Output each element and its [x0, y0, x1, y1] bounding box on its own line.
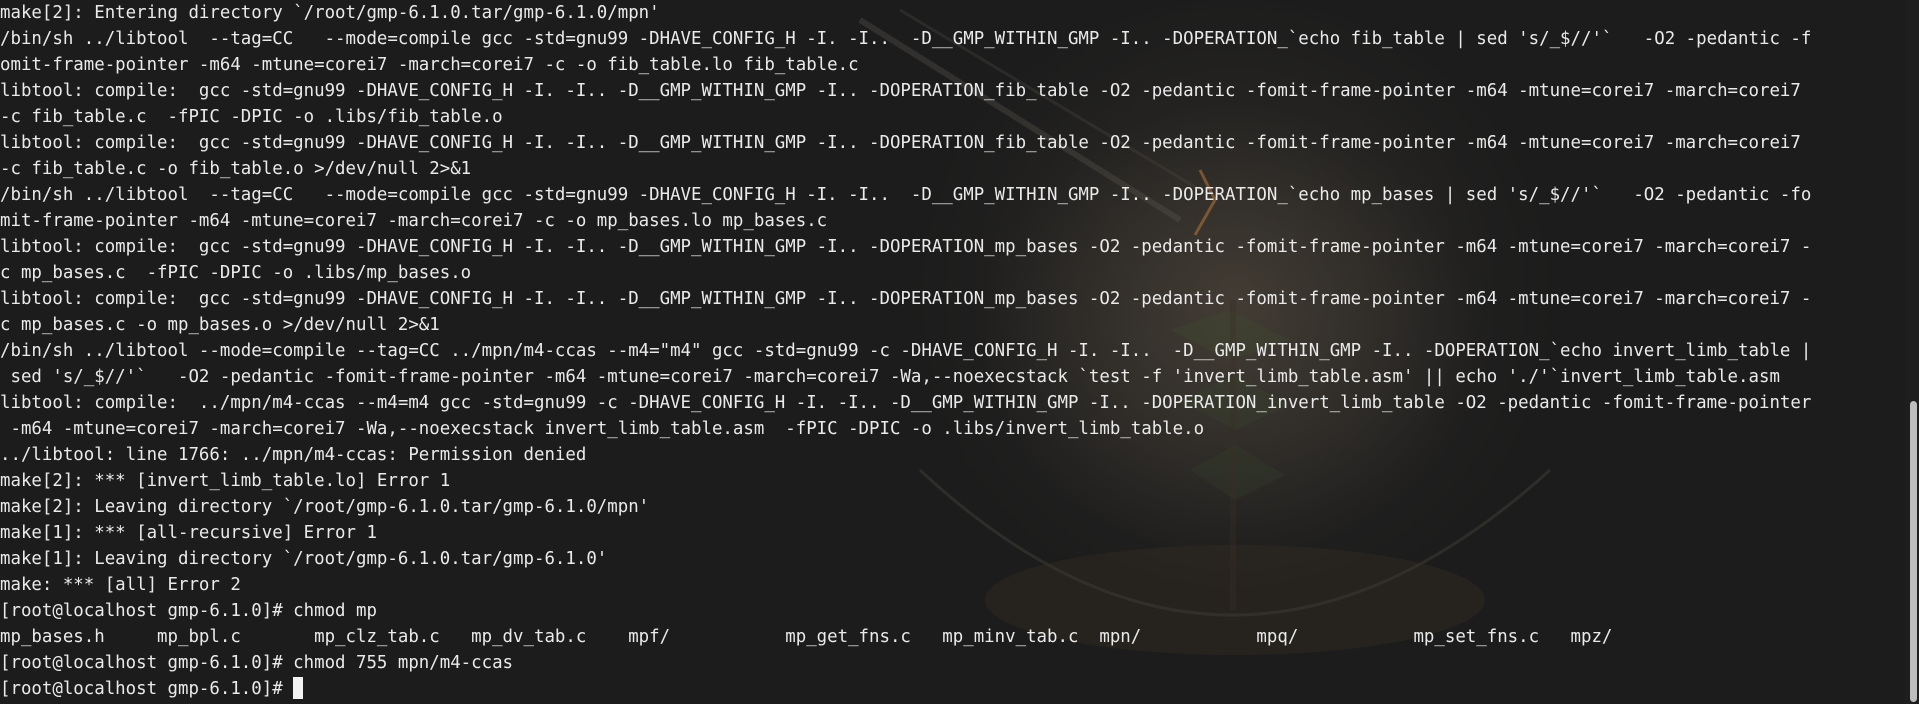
terminal-line: c mp_bases.c -fPIC -DPIC -o .libs/mp_bas…	[0, 263, 472, 283]
scrollbar-thumb[interactable]	[1910, 401, 1917, 702]
shell-prompt: [root@localhost gmp-6.1.0]#	[0, 679, 294, 699]
terminal-line: make[1]: Leaving directory `/root/gmp-6.…	[0, 549, 608, 569]
terminal-line: sed 's/_$//'` -O2 -pedantic -fomit-frame…	[0, 367, 1780, 387]
terminal-line: [root@localhost gmp-6.1.0]# chmod 755 mp…	[0, 653, 514, 673]
terminal-line: /bin/sh ../libtool --tag=CC --mode=compi…	[0, 29, 1812, 49]
terminal-window[interactable]: make[2]: Entering directory `/root/gmp-6…	[0, 0, 1919, 704]
terminal-line: omit-frame-pointer -m64 -mtune=corei7 -m…	[0, 55, 859, 75]
terminal-line: mit-frame-pointer -m64 -mtune=corei7 -ma…	[0, 211, 828, 231]
terminal-line: libtool: compile: ../mpn/m4-ccas --m4=m4…	[0, 393, 1812, 413]
terminal-line: ../libtool: line 1766: ../mpn/m4-ccas: P…	[0, 445, 587, 465]
terminal-line: make[1]: *** [all-recursive] Error 1	[0, 523, 377, 543]
terminal-line: libtool: compile: gcc -std=gnu99 -DHAVE_…	[0, 289, 1812, 309]
terminal-line: /bin/sh ../libtool --mode=compile --tag=…	[0, 341, 1812, 361]
terminal-line: libtool: compile: gcc -std=gnu99 -DHAVE_…	[0, 81, 1801, 101]
terminal-line: -c fib_table.c -fPIC -DPIC -o .libs/fib_…	[0, 107, 503, 127]
terminal-line: make: *** [all] Error 2	[0, 575, 241, 595]
terminal-line: c mp_bases.c -o mp_bases.o >/dev/null 2>…	[0, 315, 440, 335]
terminal-line: make[2]: Entering directory `/root/gmp-6…	[0, 3, 660, 23]
terminal-scrollbar[interactable]	[1905, 0, 1919, 704]
terminal-line: [root@localhost gmp-6.1.0]# chmod mp	[0, 601, 377, 621]
terminal-prompt-line[interactable]: [root@localhost gmp-6.1.0]#	[0, 676, 1905, 702]
text-cursor	[293, 677, 304, 699]
terminal-line: mp_bases.h mp_bpl.c mp_clz_tab.c mp_dv_t…	[0, 627, 1613, 647]
terminal-line: /bin/sh ../libtool --tag=CC --mode=compi…	[0, 185, 1812, 205]
terminal-line: make[2]: *** [invert_limb_table.lo] Erro…	[0, 471, 451, 491]
terminal-line: libtool: compile: gcc -std=gnu99 -DHAVE_…	[0, 237, 1812, 257]
terminal-line: -m64 -mtune=corei7 -march=corei7 -Wa,--n…	[0, 419, 1205, 439]
terminal-line: libtool: compile: gcc -std=gnu99 -DHAVE_…	[0, 133, 1801, 153]
terminal-output[interactable]: make[2]: Entering directory `/root/gmp-6…	[0, 0, 1905, 704]
terminal-line: -c fib_table.c -o fib_table.o >/dev/null…	[0, 159, 472, 179]
terminal-line: make[2]: Leaving directory `/root/gmp-6.…	[0, 497, 650, 517]
